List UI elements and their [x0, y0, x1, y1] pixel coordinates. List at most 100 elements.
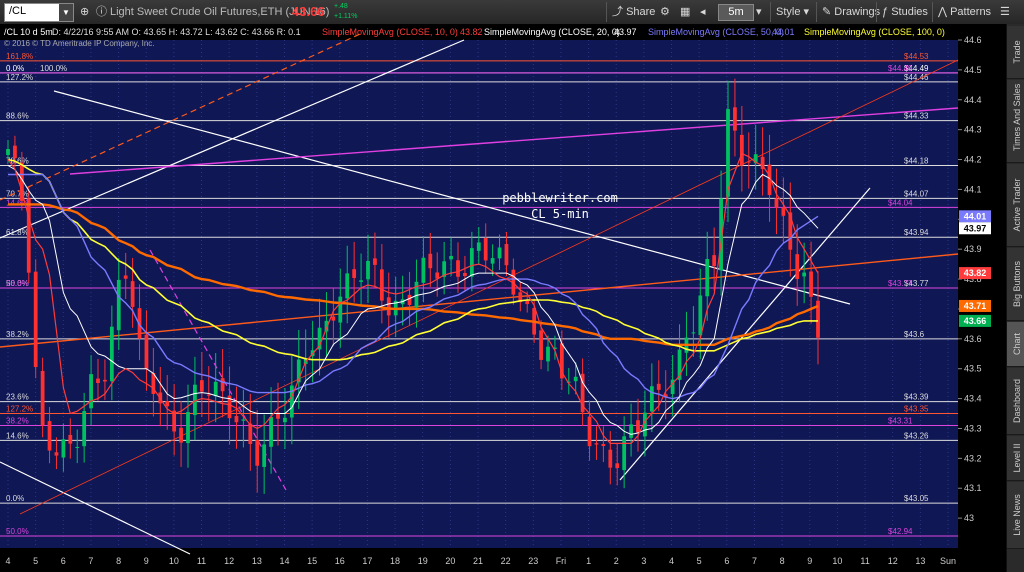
fib-level-price: $43.31 [888, 416, 913, 425]
fib-level-pct: 127.2% [6, 405, 33, 414]
y-tick-label: 43.9 [964, 244, 982, 254]
price-chart[interactable]: /CL 10 d 5m D: 4/22/16 9:55 AM O: 43.65 H… [0, 24, 1006, 572]
info-icon[interactable]: ⓘ [96, 0, 107, 24]
patterns-label: Patterns [950, 6, 992, 18]
fib-level-price: $43.94 [904, 228, 929, 237]
candle-body [656, 383, 661, 390]
candle-body [490, 258, 495, 264]
candle-body [255, 439, 260, 466]
symbol-input[interactable]: /CL ▼ [4, 3, 74, 22]
y-tick-label: 43.4 [964, 394, 982, 404]
x-tick-label: 19 [418, 556, 428, 566]
share-button[interactable]: ⤴ Share [612, 0, 655, 24]
candle-body [283, 417, 287, 423]
share-icon: ⤴ [612, 6, 627, 18]
candle-body [428, 253, 433, 269]
x-tick-label: 12 [888, 556, 898, 566]
candle-body [449, 255, 453, 260]
candle-body [40, 370, 45, 426]
x-tick-label: 17 [362, 556, 372, 566]
sidebar-tab-big-buttons[interactable]: Big Buttons [1007, 248, 1024, 321]
drawings-icon: ✎ [822, 6, 835, 18]
more-icon[interactable]: ☰ [1000, 0, 1010, 24]
style-label: Style [776, 6, 801, 18]
fib-level-price: $44.33 [904, 112, 929, 121]
sidebar-tab-chart[interactable]: Chart [1007, 322, 1024, 367]
fib-level-price: $44.07 [904, 189, 929, 198]
candle-body [82, 411, 87, 447]
symbol-dropdown-icon[interactable]: ▼ [59, 4, 73, 21]
fib-level-price: $44.04 [888, 198, 913, 207]
x-tick-label: 10 [832, 556, 842, 566]
time-dropdown-icon[interactable]: ▾ [756, 0, 762, 24]
x-tick-label: 5 [697, 556, 702, 566]
fib-level-pct: 0.0% [6, 494, 24, 503]
sidebar-tab-label: Dashboard [1012, 378, 1022, 424]
candle-body [338, 296, 343, 323]
candle-body [352, 269, 357, 278]
candle-body [483, 237, 488, 261]
x-tick-label: 10 [169, 556, 179, 566]
y-tick-label: 44.1 [964, 184, 982, 194]
candle-body [248, 423, 253, 445]
candle-body [615, 463, 620, 468]
candle-body [130, 281, 135, 307]
style-button[interactable]: Style ▾ [776, 0, 809, 24]
y-tick-label: 44.2 [964, 155, 982, 165]
share-label: Share [626, 6, 656, 18]
fib-level-pct-secondary: 100.0% [40, 64, 67, 73]
candle-body [109, 326, 114, 382]
sidebar-tab-dashboard[interactable]: Dashboard [1007, 368, 1024, 435]
sidebar-tab-live-news[interactable]: Live News [1007, 482, 1024, 549]
drawings-button[interactable]: ✎ Drawings [822, 0, 880, 24]
x-tick-label: 23 [528, 556, 538, 566]
candle-body [636, 420, 640, 433]
chart-type-icon[interactable]: ▦ [680, 0, 690, 24]
timeframe-selector[interactable]: 5m [718, 4, 754, 21]
candle-body [539, 330, 543, 360]
sidebar-tab-active-trader[interactable]: Active Trader [1007, 164, 1024, 247]
sidebar-tab-label: Times And Sales [1012, 83, 1022, 151]
studies-button[interactable]: ƒ Studies [882, 0, 928, 24]
sidebar-tab-label: Chart [1012, 333, 1022, 356]
fib-level-price: $43.39 [904, 393, 929, 402]
x-tick-label: 2 [614, 556, 619, 566]
x-tick-label: 6 [61, 556, 66, 566]
price-badge-label: 43.97 [964, 223, 987, 233]
price-badge-label: 44.01 [964, 211, 987, 221]
candle-body [774, 198, 779, 208]
candle-body [366, 260, 370, 280]
fib-level-price: $43.05 [904, 494, 929, 503]
sidebar-tab-trade[interactable]: Trade [1007, 26, 1024, 79]
price-badge-label: 43.71 [964, 301, 987, 311]
candle-body [47, 421, 52, 451]
candle-body [476, 242, 481, 251]
fib-level-price: $43.26 [904, 431, 929, 440]
candle-body [463, 272, 467, 276]
y-tick-label: 43 [964, 513, 974, 523]
link-icon[interactable]: ⊕ [80, 0, 89, 24]
x-tick-label: 20 [445, 556, 455, 566]
settings-icon[interactable]: ⚙ [660, 0, 670, 24]
candle-body [733, 107, 737, 131]
prev-icon[interactable]: ◂ [700, 0, 706, 24]
fib-level-price: $44.18 [904, 157, 929, 166]
candle-body [68, 434, 73, 444]
candle-body [206, 394, 211, 396]
chart-title: /CL 10 d 5m [4, 27, 53, 37]
candle-body [407, 294, 412, 306]
candle-body [96, 378, 100, 384]
sidebar-tab-level-ii[interactable]: Level II [1007, 436, 1024, 481]
candle-body [712, 255, 717, 266]
x-tick-label: 3 [641, 556, 646, 566]
candle-body [179, 427, 183, 443]
drawings-label: Drawings [834, 6, 881, 18]
sidebar-tab-times-and-sales[interactable]: Times And Sales [1007, 80, 1024, 163]
watermark-line-1: pebblewriter.com [502, 191, 618, 205]
candle-body [213, 381, 218, 397]
candle-body [103, 379, 107, 382]
sidebar-tab-label: Trade [1012, 40, 1022, 64]
patterns-button[interactable]: ⋀ Patterns [938, 0, 991, 24]
y-tick-label: 43.6 [964, 334, 982, 344]
fib-level-pct: 88.6% [6, 112, 29, 121]
